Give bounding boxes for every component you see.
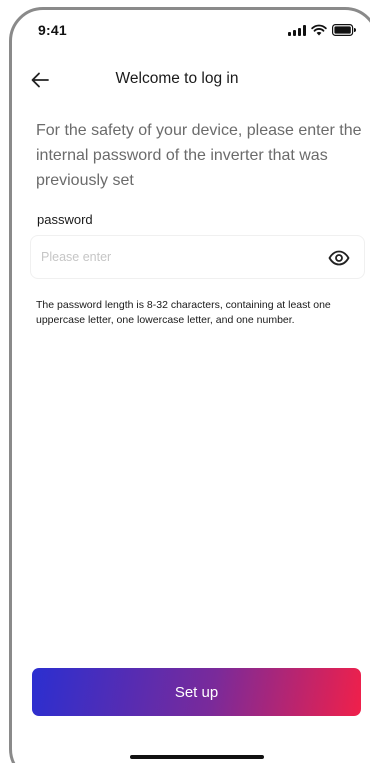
- password-label: password: [37, 212, 93, 227]
- eye-icon: [328, 250, 350, 266]
- password-input[interactable]: [39, 236, 309, 278]
- page-title: Welcome to log in: [115, 70, 239, 87]
- status-bar: 9:41: [12, 10, 370, 50]
- wifi-icon: [311, 24, 327, 36]
- device-frame: 9:41 Welcome to log in For the safety of…: [9, 7, 370, 763]
- home-indicator: [130, 755, 264, 759]
- header: Welcome to log in: [12, 60, 370, 100]
- show-password-toggle[interactable]: [327, 247, 351, 269]
- status-icons: [288, 24, 356, 36]
- cellular-signal-icon: [288, 24, 306, 36]
- password-hint: The password length is 8-32 characters, …: [36, 299, 331, 326]
- battery-icon: [332, 24, 356, 36]
- intro-text: For the safety of your device, please en…: [36, 122, 362, 189]
- phone-screen: 9:41 Welcome to log in For the safety of…: [0, 0, 370, 763]
- password-field: [30, 235, 365, 279]
- set-up-button[interactable]: Set up: [32, 668, 361, 716]
- status-time: 9:41: [38, 22, 67, 38]
